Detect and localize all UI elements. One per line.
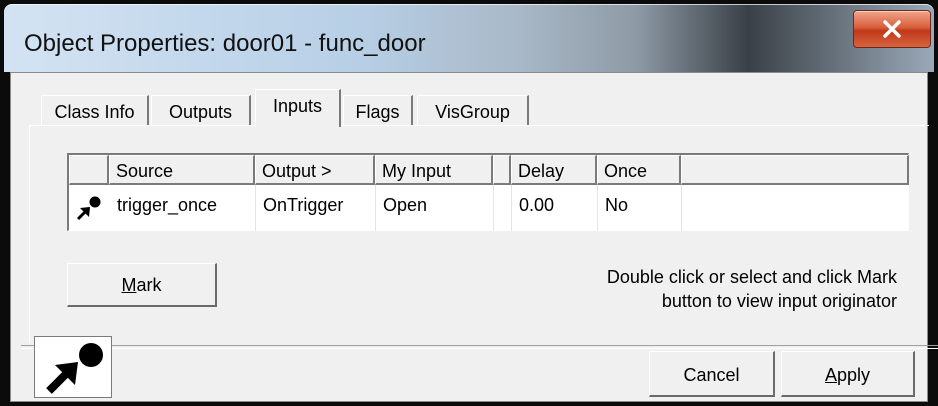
close-button[interactable] (853, 10, 931, 48)
cancel-label: Cancel (683, 365, 740, 385)
mark-button[interactable]: Mark (67, 263, 217, 307)
footer-divider (21, 345, 938, 349)
column-header-my-input[interactable]: My Input (375, 155, 493, 185)
column-header-blank[interactable] (493, 155, 511, 185)
tab-label: Class Info (54, 102, 135, 122)
title-bar[interactable]: Object Properties: door01 - func_door (4, 4, 934, 72)
tab-flags[interactable]: Flags (343, 95, 413, 125)
column-header-icon[interactable] (69, 155, 109, 185)
column-header-source[interactable]: Source (109, 155, 255, 185)
input-connection-icon (46, 343, 103, 394)
column-header-delay[interactable]: Delay (511, 155, 597, 185)
tab-class-info[interactable]: Class Info (41, 95, 149, 125)
cancel-button[interactable]: Cancel (649, 351, 775, 397)
tab-outputs[interactable]: Outputs (151, 95, 251, 125)
hint-text: Double click or select and click Mark bu… (489, 265, 897, 313)
tab-label: Inputs (272, 96, 323, 116)
input-connection-icon (76, 196, 101, 221)
window-title: Object Properties: door01 - func_door (24, 30, 426, 57)
cell-my-input: Open (383, 195, 428, 215)
mark-label: ark (136, 275, 162, 295)
cell-once: No (605, 195, 629, 215)
column-header-filler[interactable] (681, 155, 909, 185)
hint-line-2: button to view input originator (661, 291, 897, 311)
close-icon (883, 20, 901, 38)
apply-accelerator: A (824, 365, 837, 385)
object-properties-window: Object Properties: door01 - func_door Cl… (0, 0, 938, 406)
tab-label: Outputs (168, 102, 233, 122)
tab-label: VisGroup (435, 102, 510, 122)
dialog-body: Class Info Outputs Inputs Flags VisGroup… (10, 72, 938, 402)
column-header-output[interactable]: Output > (255, 155, 375, 185)
hint-line-1: Double click or select and click Mark (606, 267, 897, 287)
input-mode-icon-box (34, 336, 112, 398)
apply-label: pply (836, 365, 871, 385)
mark-accelerator: M (121, 275, 137, 295)
inputs-list[interactable]: Source Output > My Input Delay Once trig… (67, 153, 909, 231)
tab-label: Flags (355, 102, 400, 122)
tab-visgroup[interactable]: VisGroup (417, 95, 529, 125)
cell-delay: 0.00 (519, 195, 555, 215)
tab-inputs[interactable]: Inputs (255, 89, 341, 127)
cell-output: OnTrigger (263, 195, 344, 215)
cell-source: trigger_once (117, 195, 218, 215)
column-header-once[interactable]: Once (597, 155, 681, 185)
apply-button[interactable]: Apply (781, 351, 915, 397)
